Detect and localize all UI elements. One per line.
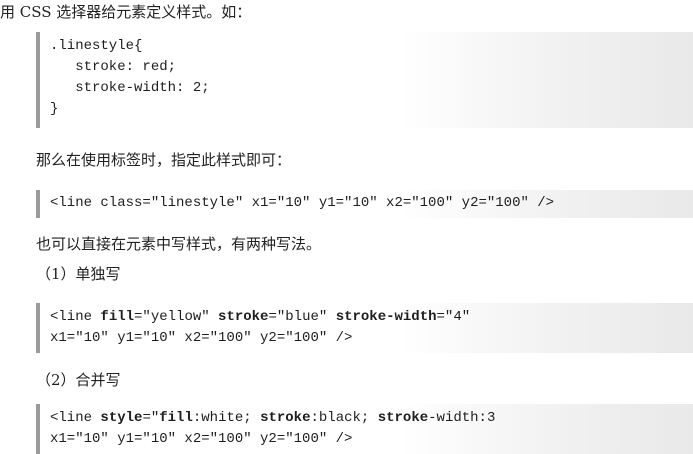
inline-intro-text: 也可以直接在元素中写样式，有两种写法。	[36, 235, 322, 253]
code-keyword: stroke-width	[335, 309, 437, 325]
code-token: ="4"	[436, 309, 471, 325]
code-token: ="	[142, 410, 160, 426]
css-code-block: .linestyle{ stroke: red; stroke-width: 2…	[36, 32, 693, 128]
code-keyword: stroke	[377, 410, 429, 426]
code-keyword: stroke	[260, 410, 311, 426]
code-token: <line	[50, 410, 101, 426]
code-token: -width:3	[428, 410, 496, 426]
method1-code-block: <line fill="yellow" stroke="blue" stroke…	[36, 303, 693, 353]
code-keyword: fill	[159, 410, 193, 426]
intro-text: 用 CSS 选择器给元素定义样式。如：	[0, 3, 252, 21]
code-line: <line fill="yellow" stroke="blue" stroke…	[50, 307, 693, 328]
usage-text: 那么在使用标签时，指定此样式即可：	[36, 151, 292, 169]
method2-code-block: <line style="fill:white; stroke:black; s…	[36, 404, 693, 454]
code-line: x1="10" y1="10" x2="100" y2="100" />	[50, 431, 353, 447]
code-line: }	[50, 101, 59, 117]
code-line: stroke-width: 2;	[50, 80, 210, 96]
usage-code-block: <line class="linestyle" x1="10" y1="10" …	[36, 190, 693, 218]
code-token: ="yellow"	[134, 309, 219, 325]
code-line: <line class="linestyle" x1="10" y1="10" …	[50, 195, 555, 211]
code-line: .linestyle{	[50, 38, 143, 54]
code-keyword: stroke	[218, 309, 269, 325]
method2-label: （2）合并写	[36, 371, 121, 389]
code-token: <line	[50, 309, 101, 325]
code-token: ="blue"	[268, 309, 336, 325]
code-token: :black;	[310, 410, 378, 426]
code-keyword: fill	[100, 309, 135, 325]
code-line: x1="10" y1="10" x2="100" y2="100" />	[50, 330, 353, 346]
code-line: stroke: red;	[50, 59, 177, 75]
code-token: :white;	[192, 410, 261, 426]
method1-label: （1）单独写	[36, 265, 121, 283]
code-line: <line style="fill:white; stroke:black; s…	[50, 408, 693, 429]
code-keyword: style	[100, 410, 143, 426]
